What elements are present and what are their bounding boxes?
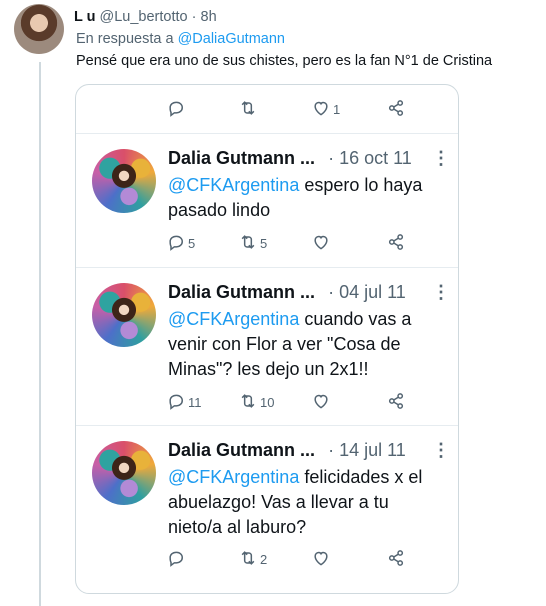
reply-button[interactable] xyxy=(166,97,188,121)
tweet-header: Dalia Gutmann ... · 14 jul 11 xyxy=(168,439,406,461)
tweet-date[interactable]: · 16 oct 11 xyxy=(328,148,412,168)
author-name[interactable]: L u xyxy=(74,9,95,25)
reply-text: Pensé que era uno de sus chistes, pero e… xyxy=(76,53,493,69)
more-options-icon[interactable]: ⋮ xyxy=(432,149,450,167)
share-icon xyxy=(386,98,406,121)
thread-connector-line xyxy=(39,62,41,606)
like-count: 1 xyxy=(333,101,341,117)
avatar[interactable] xyxy=(14,4,64,54)
reply-count: 11 xyxy=(188,394,202,410)
reply-icon xyxy=(166,391,186,414)
reply-button[interactable]: 5 xyxy=(166,231,195,255)
heart-icon xyxy=(311,232,331,255)
heart-icon xyxy=(311,548,331,571)
more-options-icon[interactable]: ⋮ xyxy=(432,283,450,301)
share-icon xyxy=(386,232,406,255)
reply-icon xyxy=(166,232,186,255)
share-button[interactable] xyxy=(386,547,406,571)
tweet-mention[interactable]: @CFKArgentina xyxy=(168,309,299,329)
avatar[interactable] xyxy=(92,441,156,505)
tweet-mention[interactable]: @CFKArgentina xyxy=(168,175,299,195)
embedded-image[interactable]: 1 Dalia Gutmann ... · 16 oct 11 ⋮ @CFKAr… xyxy=(75,84,459,594)
like-button[interactable] xyxy=(311,390,333,414)
tweet-header: Dalia Gutmann ... · 16 oct 11 xyxy=(168,147,412,169)
tweet-text: @CFKArgentina espero lo haya pasado lind… xyxy=(168,173,438,223)
name-ellipsis: ... xyxy=(300,440,316,460)
like-button[interactable] xyxy=(311,547,333,571)
heart-icon xyxy=(311,391,331,414)
share-button[interactable] xyxy=(386,97,406,121)
retweet-button[interactable]: 5 xyxy=(238,231,267,255)
tweet-author-name[interactable]: Dalia Gutmann xyxy=(168,440,295,460)
retweet-icon xyxy=(238,232,258,255)
retweet-count: 10 xyxy=(260,394,275,410)
tweet-mention[interactable]: @CFKArgentina xyxy=(168,467,299,487)
tweet-action-row: 5 5 xyxy=(166,231,458,255)
divider xyxy=(76,267,458,268)
tweet-date[interactable]: · 04 jul 11 xyxy=(328,282,406,302)
retweet-icon xyxy=(238,98,258,121)
retweet-icon xyxy=(238,391,258,414)
replying-to: En respuesta a @DaliaGutmann xyxy=(76,31,285,47)
share-icon xyxy=(386,548,406,571)
name-ellipsis: ... xyxy=(300,282,316,302)
more-options-icon[interactable]: ⋮ xyxy=(432,441,450,459)
reply-icon xyxy=(166,98,186,121)
like-button[interactable] xyxy=(311,231,333,255)
share-icon xyxy=(386,391,406,414)
tweet-action-row: 11 10 xyxy=(166,390,458,414)
avatar[interactable] xyxy=(92,283,156,347)
retweet-icon xyxy=(238,548,258,571)
share-button[interactable] xyxy=(386,390,406,414)
retweet-button[interactable]: 10 xyxy=(238,390,274,414)
author-handle[interactable]: @Lu_bertotto xyxy=(100,9,188,25)
reply-header: L u @Lu_bertotto · 8h xyxy=(74,8,217,26)
tweet-action-row: 2 xyxy=(166,547,458,571)
tweet-author-name[interactable]: Dalia Gutmann xyxy=(168,282,295,302)
share-button[interactable] xyxy=(386,231,406,255)
reply-button[interactable]: 11 xyxy=(166,390,202,414)
name-ellipsis: ... xyxy=(300,148,316,168)
tweet-text: @CFKArgentina felicidades x el abuelazgo… xyxy=(168,465,438,540)
post-time[interactable]: 8h xyxy=(201,9,217,25)
like-button[interactable]: 1 xyxy=(311,97,340,121)
replying-to-handle[interactable]: @DaliaGutmann xyxy=(178,31,285,47)
meta-separator: · xyxy=(191,9,197,25)
divider xyxy=(76,425,458,426)
tweet-header: Dalia Gutmann ... · 04 jul 11 xyxy=(168,281,406,303)
retweet-button[interactable]: 2 xyxy=(238,547,267,571)
replying-to-prefix: En respuesta a xyxy=(76,31,174,47)
top-action-row: 1 xyxy=(166,97,458,121)
reply-button[interactable] xyxy=(166,547,188,571)
tweet-date[interactable]: · 14 jul 11 xyxy=(328,440,406,460)
reply-count: 5 xyxy=(188,235,196,251)
embedded-tweet[interactable]: Dalia Gutmann ... · 14 jul 11 ⋮ @CFKArge… xyxy=(76,427,458,557)
reply-icon xyxy=(166,548,186,571)
heart-icon xyxy=(311,98,331,121)
divider xyxy=(76,133,458,134)
tweet-text: @CFKArgentina cuando vas a venir con Flo… xyxy=(168,307,438,382)
embedded-tweet[interactable]: Dalia Gutmann ... · 04 jul 11 ⋮ @CFKArge… xyxy=(76,269,458,399)
avatar[interactable] xyxy=(92,149,156,213)
retweet-button[interactable] xyxy=(238,97,260,121)
retweet-count: 5 xyxy=(260,235,268,251)
tweet-author-name[interactable]: Dalia Gutmann xyxy=(168,148,295,168)
retweet-count: 2 xyxy=(260,551,268,567)
